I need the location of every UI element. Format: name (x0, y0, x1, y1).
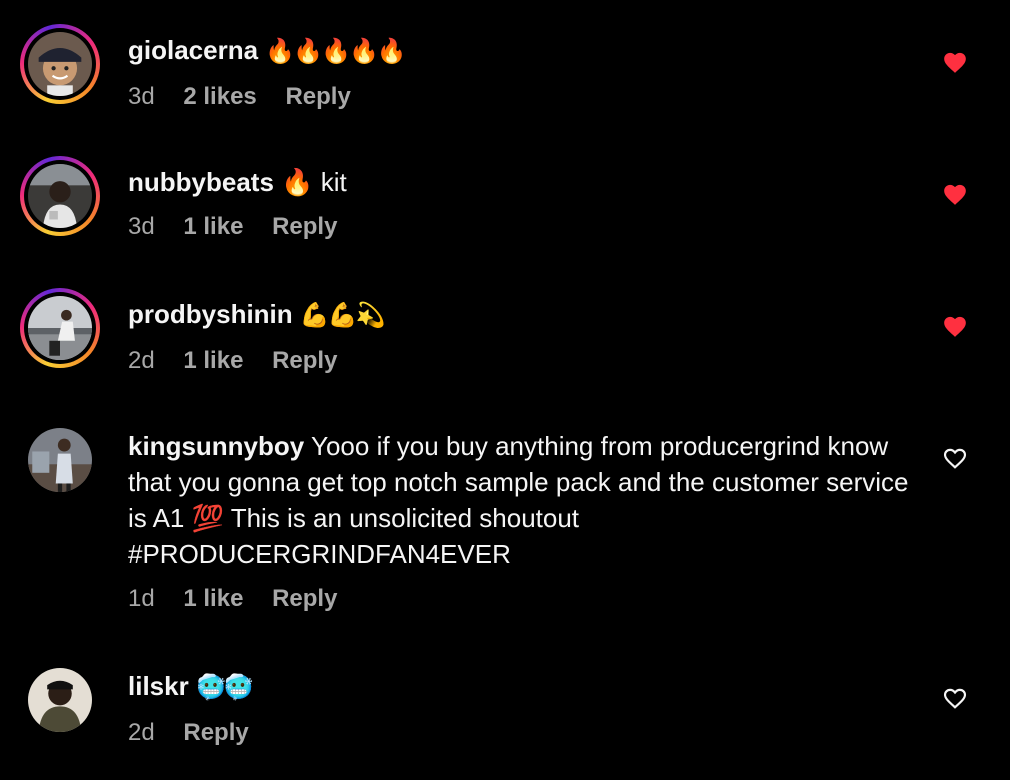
comment-username[interactable]: nubbybeats (128, 167, 274, 197)
comment-likes-link[interactable]: 1 like (183, 213, 243, 240)
avatar-button[interactable] (28, 668, 92, 732)
comment-username[interactable]: giolacerna (128, 35, 258, 65)
comment-age: 1d (128, 585, 155, 612)
comment-age: 2d (128, 719, 155, 746)
avatar (28, 296, 92, 360)
avatar-story-ring[interactable] (20, 288, 100, 368)
avatar (28, 164, 92, 228)
comment-likes-link[interactable]: 2 likes (183, 83, 256, 110)
avatar (28, 428, 92, 492)
avatar-button[interactable] (28, 428, 92, 492)
avatar-story-ring[interactable] (20, 24, 100, 104)
comment-username[interactable]: kingsunnyboy (128, 431, 304, 461)
avatar (28, 32, 92, 96)
comment-age: 3d (128, 213, 155, 240)
reply-button[interactable]: Reply (272, 347, 337, 374)
reply-button[interactable]: Reply (272, 585, 337, 612)
heart-filled-icon[interactable] (942, 50, 968, 74)
comment-age: 3d (128, 83, 155, 110)
comment-text: 🔥 kit (281, 167, 347, 197)
comment-likes-link[interactable]: 1 like (183, 347, 243, 374)
comment-text: 💪💪💫 (299, 302, 386, 329)
heart-outline-icon[interactable] (942, 686, 968, 710)
avatar (28, 668, 92, 732)
avatar-story-ring[interactable] (20, 156, 100, 236)
reply-button[interactable]: Reply (183, 719, 248, 746)
heart-outline-icon[interactable] (942, 446, 968, 470)
heart-filled-icon[interactable] (942, 182, 968, 206)
comment-text: 🥶🥶 (195, 674, 254, 701)
reply-button[interactable]: Reply (285, 83, 350, 110)
comment-username[interactable]: lilskr (128, 671, 189, 701)
comment-likes-link[interactable]: 1 like (183, 585, 243, 612)
comment-text: 🔥🔥🔥🔥🔥 (265, 38, 406, 65)
comment-age: 2d (128, 347, 155, 374)
heart-filled-icon[interactable] (942, 314, 968, 338)
comment-username[interactable]: prodbyshinin (128, 299, 293, 329)
reply-button[interactable]: Reply (272, 213, 337, 240)
